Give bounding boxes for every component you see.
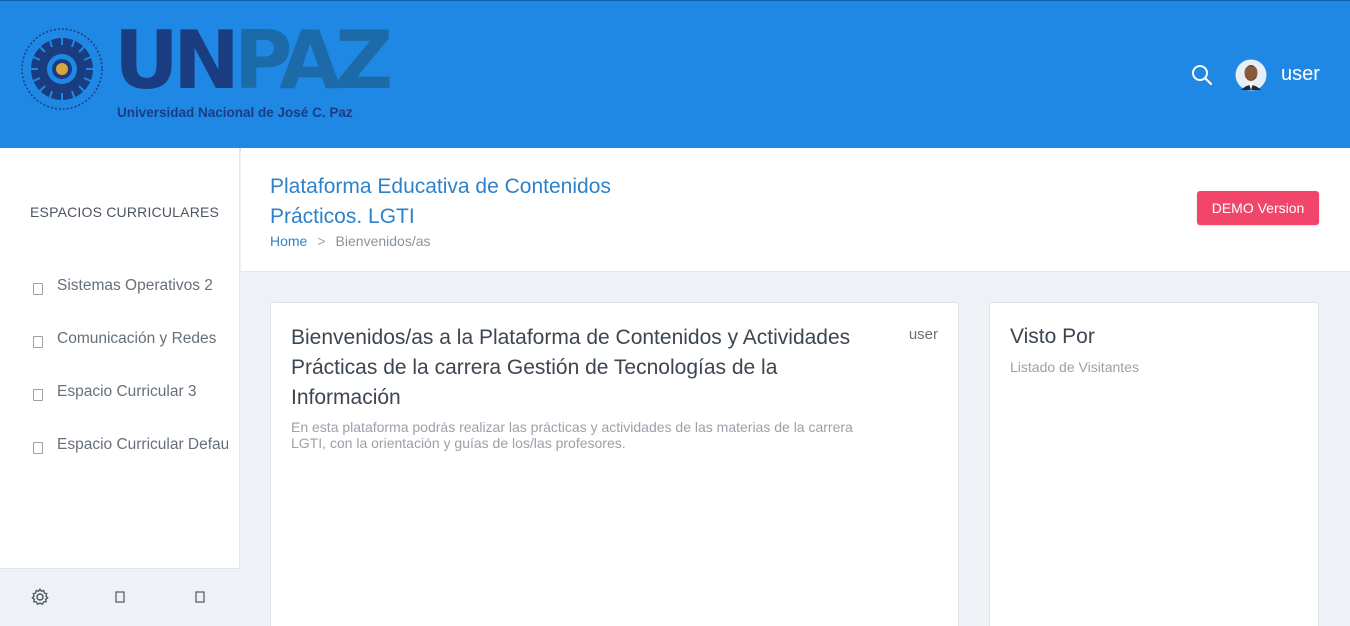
chevron-right-icon: > xyxy=(317,233,326,249)
sidebar-title: ESPACIOS CURRICULARES xyxy=(30,204,220,220)
logo-paz: PAZ xyxy=(233,14,393,107)
visitors-card: Visto Por Listado de Visitantes xyxy=(989,302,1319,626)
square-icon xyxy=(33,389,43,401)
sidebar-item-label: Espacio Curricular Default xyxy=(57,436,228,453)
logo-wordmark: UNPAZ xyxy=(114,21,393,101)
sidebar-item-espacio-curricular-default[interactable]: Espacio Curricular Default xyxy=(30,435,228,459)
welcome-title: Bienvenidos/as a la Plataforma de Conten… xyxy=(291,326,851,409)
welcome-description: En esta plataforma podrás realizar las p… xyxy=(291,419,853,451)
breadcrumb-current: Bienvenidos/as xyxy=(335,233,431,249)
breadcrumb: Home > Bienvenidos/as xyxy=(270,233,431,249)
visitors-subtitle: Listado de Visitantes xyxy=(1010,359,1139,375)
square-icon[interactable] xyxy=(110,587,130,607)
welcome-card: Bienvenidos/as a la Plataforma de Conten… xyxy=(270,302,959,626)
user-avatar[interactable] xyxy=(1235,58,1267,92)
sidebar-item-espacio-curricular-3[interactable]: Espacio Curricular 3 xyxy=(30,382,228,406)
sidebar: ESPACIOS CURRICULARES Sistemas Operativo… xyxy=(0,148,240,626)
card-username: user xyxy=(908,326,938,343)
top-header: UNPAZ Universidad Nacional de José C. Pa… xyxy=(0,0,1350,148)
square-icon xyxy=(33,336,43,348)
university-seal-icon xyxy=(21,28,103,110)
sidebar-item-label: Sistemas Operativos 2 xyxy=(57,277,213,294)
sidebar-footer xyxy=(0,568,240,626)
demo-version-button[interactable]: DEMO Version xyxy=(1197,191,1319,225)
gear-icon[interactable] xyxy=(30,587,50,607)
breadcrumb-home-link[interactable]: Home xyxy=(270,233,307,249)
sidebar-item-label: Espacio Curricular 3 xyxy=(57,383,197,400)
header-username[interactable]: user xyxy=(1281,63,1320,86)
sidebar-item-sistemas-operativos-2[interactable]: Sistemas Operativos 2 xyxy=(30,276,228,300)
logo-subtitle: Universidad Nacional de José C. Paz xyxy=(117,105,353,120)
page-title: Plataforma Educativa de Contenidos Práct… xyxy=(270,175,611,228)
square-icon[interactable] xyxy=(190,587,210,607)
unpaz-logo[interactable]: UNPAZ Universidad Nacional de José C. Pa… xyxy=(18,21,393,123)
sidebar-item-label: Comunicación y Redes xyxy=(57,330,217,347)
visitors-title: Visto Por xyxy=(1010,325,1095,348)
square-icon xyxy=(33,283,43,295)
square-icon xyxy=(33,442,43,454)
page-header: Plataforma Educativa de Contenidos Práct… xyxy=(241,148,1350,272)
sidebar-item-comunicacion-y-redes[interactable]: Comunicación y Redes xyxy=(30,329,228,353)
logo-un: UN xyxy=(114,14,240,107)
search-icon[interactable] xyxy=(1190,63,1214,87)
